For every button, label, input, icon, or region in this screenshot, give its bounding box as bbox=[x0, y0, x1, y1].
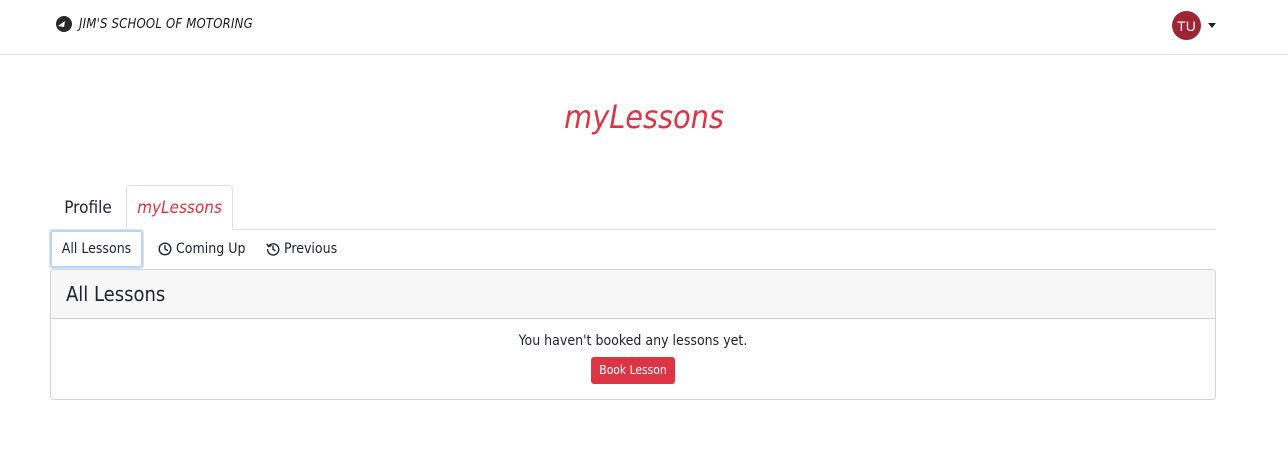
tab-coming-up[interactable]: Coming Up bbox=[158, 230, 248, 268]
card-header: All Lessons bbox=[51, 270, 1215, 319]
tab-previous[interactable]: Previous bbox=[266, 230, 346, 268]
avatar[interactable]: TU bbox=[1172, 11, 1201, 40]
navbar: JIM'S SCHOOL OF MOTORING TU bbox=[0, 0, 1288, 55]
caret-down-icon[interactable] bbox=[1208, 23, 1216, 28]
clock-icon bbox=[158, 242, 172, 256]
main-tabs: Profile myLessons bbox=[50, 185, 1216, 230]
tab-mylessons[interactable]: myLessons bbox=[126, 185, 233, 230]
tab-all-lessons[interactable]: All Lessons bbox=[50, 230, 143, 268]
tab-profile[interactable]: Profile bbox=[50, 185, 126, 230]
brand-link[interactable]: JIM'S SCHOOL OF MOTORING bbox=[55, 15, 253, 33]
empty-state-message: You haven't booked any lessons yet. bbox=[518, 333, 748, 349]
card-body: You haven't booked any lessons yet. Book… bbox=[51, 333, 1215, 384]
tab-coming-up-label: Coming Up bbox=[176, 241, 246, 257]
brand-name: JIM'S SCHOOL OF MOTORING bbox=[79, 16, 253, 32]
tab-all-lessons-label: All Lessons bbox=[61, 241, 132, 257]
lessons-card: All Lessons You haven't booked any lesso… bbox=[50, 269, 1216, 400]
tab-previous-label: Previous bbox=[284, 241, 338, 257]
history-icon bbox=[266, 243, 280, 256]
page-title: myLessons bbox=[564, 98, 724, 136]
book-lesson-button[interactable]: Book Lesson bbox=[591, 357, 675, 384]
helmet-logo-icon bbox=[56, 16, 72, 32]
user-menu-toggle[interactable]: TU bbox=[1172, 11, 1216, 40]
